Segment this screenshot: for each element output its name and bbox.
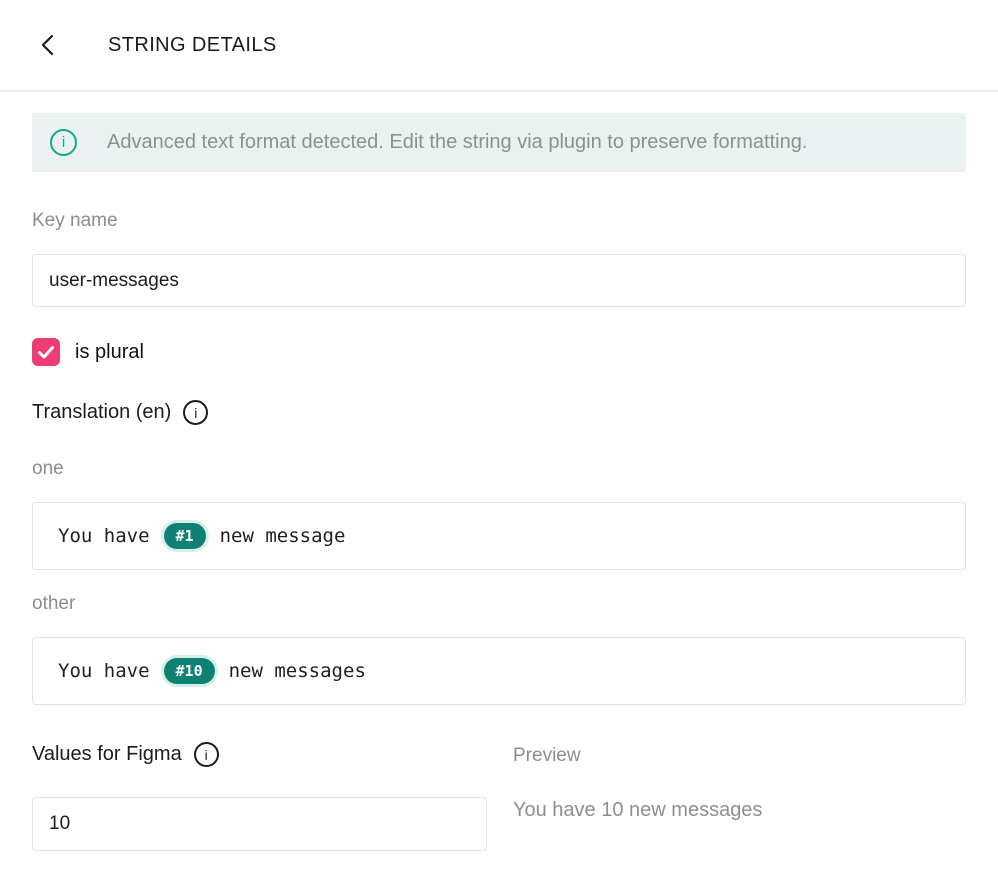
translation-other-prefix: You have [58, 660, 150, 682]
translation-one-prefix: You have [58, 525, 150, 547]
key-name-section: Key name [32, 210, 966, 307]
checkbox [32, 338, 60, 366]
preview-label: Preview [513, 745, 966, 767]
placeholder-token-1: #1 [164, 523, 206, 549]
values-input[interactable] [32, 797, 487, 851]
values-info-icon[interactable]: i [194, 742, 219, 767]
placeholder-token-10: #10 [164, 658, 215, 684]
translation-other-suffix: new messages [229, 660, 366, 682]
preview-text: You have 10 new messages [513, 799, 762, 821]
bottom-row: Values for Figma i Preview You have 10 n… [32, 742, 966, 851]
header: STRING DETAILS [0, 0, 998, 92]
key-name-input[interactable] [32, 254, 966, 307]
values-for-figma-section: Values for Figma i [32, 742, 487, 851]
page-title: STRING DETAILS [108, 34, 277, 57]
back-button[interactable] [32, 30, 62, 60]
translation-label: Translation (en) [32, 401, 171, 424]
values-heading: Values for Figma i [32, 742, 487, 767]
translation-input-other[interactable]: You have #10 new messages [32, 637, 966, 705]
plural-form-one-label: one [32, 458, 966, 480]
translation-one-suffix: new message [220, 525, 346, 547]
plural-form-other-label: other [32, 593, 966, 615]
values-for-figma-label: Values for Figma [32, 743, 182, 766]
banner-message: Advanced text format detected. Edit the … [107, 131, 807, 154]
content: i Advanced text format detected. Edit th… [0, 92, 998, 851]
info-banner: i Advanced text format detected. Edit th… [32, 113, 966, 172]
is-plural-checkbox[interactable]: is plural [32, 338, 144, 366]
key-name-label: Key name [32, 210, 966, 232]
translation-info-icon[interactable]: i [183, 400, 208, 425]
preview-section: Preview You have 10 new messages [513, 742, 966, 851]
is-plural-label: is plural [75, 341, 144, 364]
check-icon [38, 346, 54, 359]
translation-input-one[interactable]: You have #1 new message [32, 502, 966, 570]
back-chevron-icon [39, 33, 56, 57]
info-circle-icon: i [50, 129, 77, 156]
translation-heading: Translation (en) i [32, 400, 966, 425]
